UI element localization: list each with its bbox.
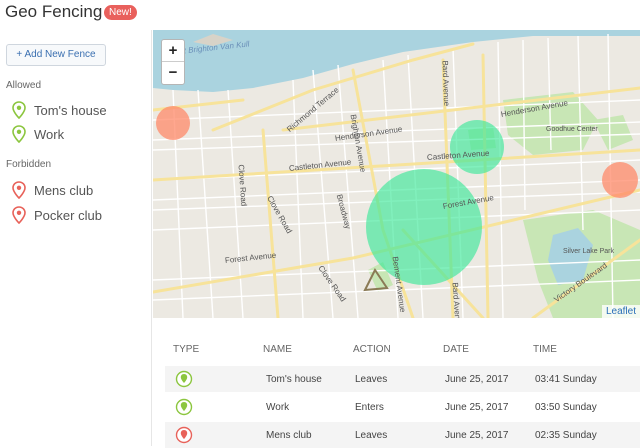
header-name: NAME bbox=[263, 344, 292, 355]
map-label-bard-avenue-north: Bard Avenue bbox=[440, 60, 452, 107]
row-name: Tom's house bbox=[266, 374, 322, 385]
map-pin-green-icon bbox=[12, 101, 26, 119]
map-pin-green-icon bbox=[175, 370, 193, 388]
activity-table-header: TYPE NAME ACTION DATE TIME bbox=[153, 338, 640, 358]
fence-label: Mens club bbox=[34, 182, 94, 198]
table-row[interactable]: Mens club Leaves June 25, 2017 02:35 Sun… bbox=[165, 422, 640, 448]
app-title: Geo Fencing bbox=[5, 2, 103, 21]
row-time: 02:35 Sunday bbox=[535, 430, 597, 441]
row-time: 03:41 Sunday bbox=[535, 374, 597, 385]
header-date: DATE bbox=[443, 344, 469, 355]
row-date: June 25, 2017 bbox=[445, 430, 509, 441]
map-label-silver-lake-park: Silver Lake Park bbox=[563, 248, 614, 255]
header-type: TYPE bbox=[173, 344, 200, 355]
map-pin-red-icon bbox=[175, 426, 193, 444]
table-row[interactable]: Tom's house Leaves June 25, 2017 03:41 S… bbox=[165, 366, 640, 392]
leaflet-attribution-link[interactable]: Leaflet bbox=[601, 305, 640, 318]
row-action: Leaves bbox=[355, 430, 388, 441]
forbidden-section-label: Forbidden bbox=[6, 159, 52, 170]
header-action: ACTION bbox=[353, 344, 391, 355]
allowed-section-label: Allowed bbox=[6, 80, 42, 91]
zoom-out-button[interactable]: − bbox=[162, 62, 184, 84]
map-pin-red-icon bbox=[12, 181, 26, 199]
add-new-fence-button[interactable]: + Add New Fence bbox=[6, 44, 106, 66]
fence-label: Pocker club bbox=[34, 207, 102, 223]
row-action: Enters bbox=[355, 402, 384, 413]
map-pin-green-icon bbox=[175, 398, 193, 416]
map-pin-red-icon bbox=[12, 206, 26, 224]
map-label-goodhue-center: Goodhue Center bbox=[546, 126, 598, 133]
fence-sidebar: + Add New Fence Allowed Tom's house Work… bbox=[0, 30, 152, 446]
row-action: Leaves bbox=[355, 374, 388, 385]
zoom-control: + − bbox=[161, 39, 185, 85]
row-date: June 25, 2017 bbox=[445, 402, 509, 413]
row-time: 03:50 Sunday bbox=[535, 402, 597, 413]
row-date: June 25, 2017 bbox=[445, 374, 509, 385]
row-name: Work bbox=[266, 402, 290, 413]
row-name: Mens club bbox=[266, 430, 312, 441]
zoom-in-button[interactable]: + bbox=[162, 40, 184, 62]
new-badge: New! bbox=[104, 5, 137, 20]
fence-item-toms-house[interactable]: Tom's house bbox=[12, 100, 107, 120]
header-time: TIME bbox=[533, 344, 557, 355]
fence-label: Work bbox=[34, 126, 65, 142]
map-view[interactable]: West Brighton Van Kull Richmond Terrace … bbox=[153, 30, 640, 318]
fence-label: Tom's house bbox=[34, 102, 107, 118]
fence-item-pocker-club[interactable]: Pocker club bbox=[12, 205, 102, 225]
table-row[interactable]: Work Enters June 25, 2017 03:50 Sunday bbox=[165, 394, 640, 420]
map-pin-green-icon bbox=[12, 125, 26, 143]
fence-item-work[interactable]: Work bbox=[12, 124, 64, 144]
fence-item-mens-club[interactable]: Mens club bbox=[12, 180, 93, 200]
app-header: Geo Fencing New! bbox=[0, 0, 640, 30]
